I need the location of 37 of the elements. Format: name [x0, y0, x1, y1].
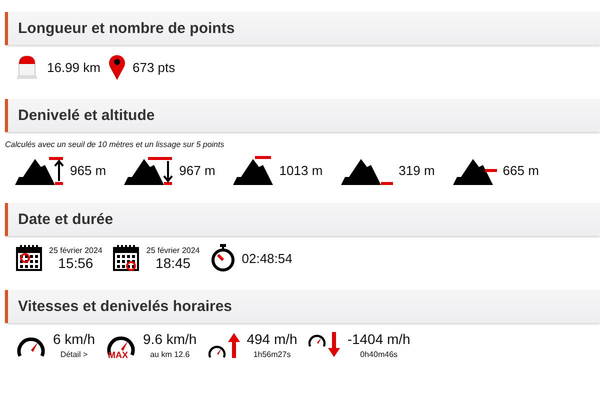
note-text: Calculés avec un seuil de 10 mètres et un lissage sur 5 points [5, 140, 226, 149]
speedometer-icon [206, 343, 227, 358]
map-pin-icon [108, 53, 126, 81]
max-label: MAX [108, 350, 128, 360]
up-arrow-icon [226, 332, 241, 358]
value-text: 16.99 km [47, 60, 100, 74]
duration-text: 02:48:54 [242, 250, 292, 266]
date-text: 25 février 2024 [146, 246, 200, 254]
time-text: 15:56 [58, 254, 94, 270]
speedometer-icon [307, 332, 328, 347]
value-text: 1013 m [279, 162, 323, 178]
sub-text: 1h56m27s [253, 350, 291, 359]
stopwatch-icon [210, 244, 236, 272]
down-arrow-icon [327, 332, 342, 358]
speed-text: 9.6 km/h [143, 331, 197, 347]
date-text: 25 février 2024 [49, 246, 102, 254]
value-text: 965 m [70, 162, 106, 178]
section-header: Vitesses et denivelés horaires [5, 290, 600, 323]
section-header: Date et durée [5, 203, 600, 236]
start-calendar-icon [15, 244, 43, 272]
section-header: Denivelé et altitude [5, 99, 600, 132]
speed-text: 6 km/h [53, 331, 96, 347]
value-text: 673 pts [132, 60, 176, 74]
value-text: 967 m [179, 162, 216, 178]
section-header: Longueur et nombre de points [5, 12, 600, 45]
ascent-mountain-icon [15, 155, 64, 185]
detail-link[interactable]: Détail > [60, 350, 88, 359]
value-text: 665 m [502, 162, 539, 178]
sub-text: 0h40m46s [360, 350, 398, 359]
time-text: 18:45 [156, 254, 191, 270]
sub-text: au km 12.6 [150, 350, 190, 359]
value-text: 319 m [398, 162, 435, 178]
end-calendar-icon [112, 244, 140, 272]
descent-mountain-icon [124, 155, 174, 185]
summit-mountain-icon [233, 155, 274, 185]
speed-text: 494 m/h [246, 331, 298, 347]
speed-text: -1404 m/h [347, 331, 410, 347]
